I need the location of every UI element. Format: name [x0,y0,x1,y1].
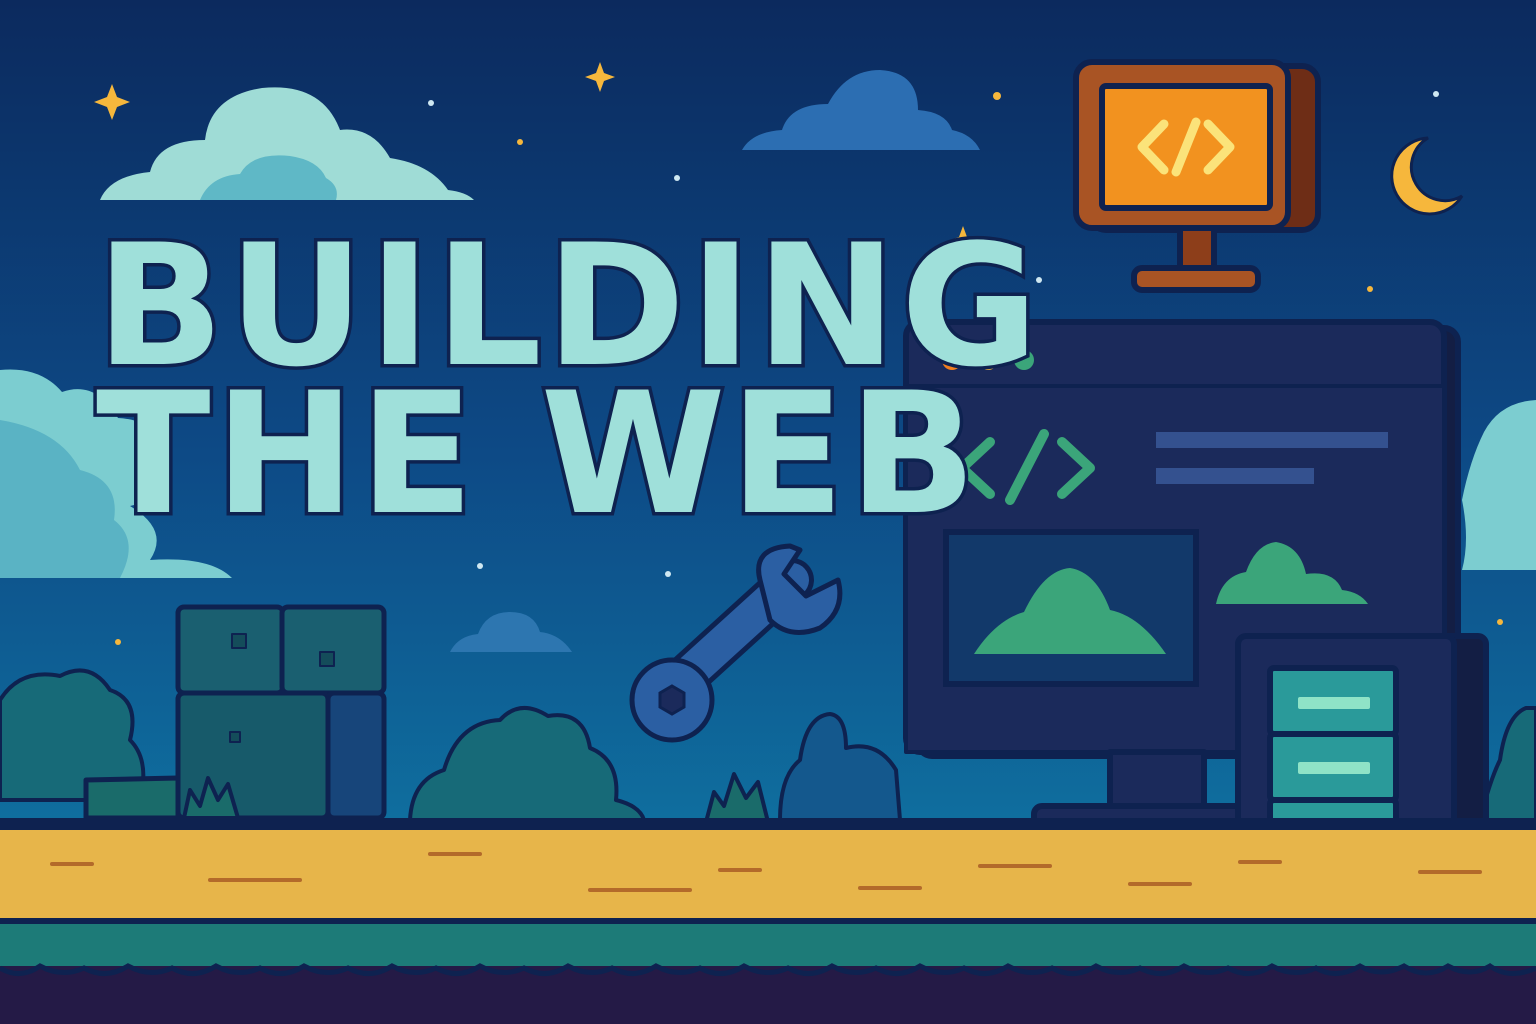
image-placeholder [943,529,1199,687]
road-bottom-line [0,918,1536,924]
dot-star [517,139,523,145]
title-line-2: THE WEB [93,356,981,552]
dot-star [115,639,121,645]
dot-star [993,92,1001,100]
illustration-scene: BUILDING THE WEB [0,0,1536,1024]
grass-strip [0,920,1536,974]
dot-star [1367,286,1373,292]
text-line-placeholder [1156,432,1388,448]
file-cabinet [1235,633,1489,843]
road [0,830,1536,922]
ground-line [0,818,1536,830]
dot-star [1497,619,1503,625]
text-line-placeholder [1156,468,1314,484]
